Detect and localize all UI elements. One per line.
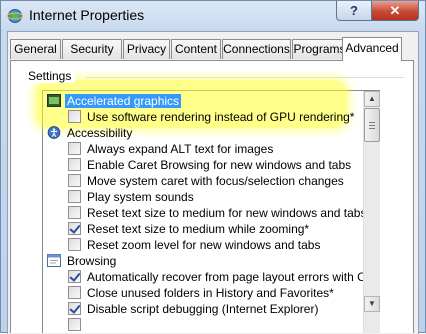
checkbox[interactable] bbox=[68, 190, 81, 203]
option-reset-zoom-level[interactable]: Reset zoom level for new windows and tab… bbox=[44, 237, 364, 253]
checkbox[interactable] bbox=[68, 318, 81, 331]
internet-globe-icon bbox=[7, 9, 23, 23]
option-label: Move system caret with focus/selection c… bbox=[87, 174, 344, 188]
checkbox[interactable] bbox=[68, 110, 81, 123]
category-label: Accelerated graphics bbox=[65, 94, 182, 108]
scrollbar-thumb[interactable] bbox=[364, 108, 380, 142]
option-label: Use software rendering instead of GPU re… bbox=[87, 110, 355, 124]
checkbox[interactable] bbox=[68, 286, 81, 299]
option-always-expand-alt[interactable]: Always expand ALT text for images bbox=[44, 141, 364, 157]
category-accessibility[interactable]: Accessibility bbox=[44, 125, 364, 141]
category-label: Accessibility bbox=[67, 126, 133, 140]
category-label: Browsing bbox=[67, 254, 117, 268]
option-use-software-rendering[interactable]: Use software rendering instead of GPU re… bbox=[44, 109, 364, 125]
option-label: Reset text size to medium while zooming* bbox=[87, 222, 310, 236]
checkbox[interactable] bbox=[68, 270, 81, 283]
settings-group-label: Settings bbox=[28, 69, 76, 83]
browser-window-icon bbox=[47, 254, 61, 267]
option-disable-script-debugging[interactable]: Disable script debugging (Internet Explo… bbox=[44, 301, 364, 317]
option-partial-row[interactable] bbox=[44, 317, 364, 333]
option-reset-text-size-zoom[interactable]: Reset text size to medium while zooming* bbox=[44, 221, 364, 237]
scroll-up-arrow-icon[interactable]: ▲ bbox=[364, 91, 380, 107]
category-browsing[interactable]: Browsing bbox=[44, 253, 364, 269]
option-label: Reset zoom level for new windows and tab… bbox=[87, 238, 321, 252]
option-label: Disable script debugging (Internet Explo… bbox=[87, 302, 319, 316]
category-accelerated-graphics[interactable]: Accelerated graphics bbox=[44, 93, 364, 109]
option-move-caret[interactable]: Move system caret with focus/selection c… bbox=[44, 173, 364, 189]
option-auto-recover[interactable]: Automatically recover from page layout e… bbox=[44, 269, 364, 285]
option-close-unused-folders[interactable]: Close unused folders in History and Favo… bbox=[44, 285, 364, 301]
checkbox[interactable] bbox=[68, 174, 81, 187]
checkbox[interactable] bbox=[68, 206, 81, 219]
checkbox[interactable] bbox=[68, 238, 81, 251]
grip-line bbox=[369, 125, 375, 126]
grip-line bbox=[369, 122, 375, 123]
option-label: Close unused folders in History and Favo… bbox=[87, 286, 334, 300]
option-reset-text-size-new[interactable]: Reset text size to medium for new window… bbox=[44, 205, 364, 221]
option-label: Enable Caret Browsing for new windows an… bbox=[87, 158, 352, 172]
close-button[interactable]: ✕ bbox=[371, 1, 419, 21]
option-play-system-sounds[interactable]: Play system sounds bbox=[44, 189, 364, 205]
option-label: Reset text size to medium for new window… bbox=[87, 206, 364, 220]
option-caret-browsing[interactable]: Enable Caret Browsing for new windows an… bbox=[44, 157, 364, 173]
checkbox[interactable] bbox=[68, 158, 81, 171]
option-label: Always expand ALT text for images bbox=[87, 142, 274, 156]
checkbox[interactable] bbox=[68, 302, 81, 315]
accessibility-icon bbox=[47, 126, 61, 139]
option-label: Automatically recover from page layout e… bbox=[87, 270, 364, 284]
vertical-scrollbar[interactable]: ▲ ▼ bbox=[363, 91, 380, 333]
option-label: Play system sounds bbox=[87, 190, 194, 204]
settings-rows: Accelerated graphics Use software render… bbox=[44, 0, 364, 333]
monitor-icon bbox=[47, 94, 61, 107]
checkbox[interactable] bbox=[68, 222, 81, 235]
checkbox[interactable] bbox=[68, 142, 81, 155]
scroll-down-arrow-icon[interactable]: ▼ bbox=[364, 296, 380, 312]
grip-line bbox=[369, 128, 375, 129]
